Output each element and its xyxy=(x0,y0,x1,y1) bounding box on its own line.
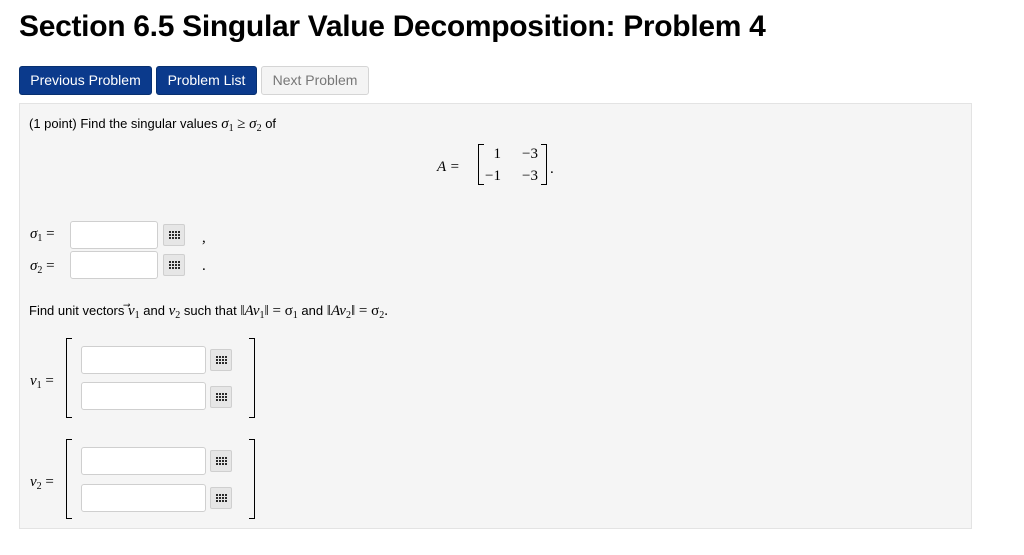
v1-entry-1-matrix-button[interactable] xyxy=(210,349,232,371)
prompt-text: Find the singular values xyxy=(80,116,218,131)
v1-left-bracket xyxy=(66,338,72,418)
v1-entry-2-input[interactable] xyxy=(81,382,206,410)
grid-icon xyxy=(216,356,227,364)
sigma2-symbol: σ2 xyxy=(249,116,262,134)
page-title: Section 6.5 Singular Value Decomposition… xyxy=(19,10,766,43)
grid-icon xyxy=(216,393,227,401)
sigma1-input[interactable] xyxy=(70,221,158,249)
unit-vectors-prompt: Find unit vectors ⃗v1 and v2 such that ‖… xyxy=(29,303,388,321)
separator: , xyxy=(202,230,206,246)
previous-problem-button[interactable]: Previous Problem xyxy=(19,66,152,95)
grid-icon xyxy=(216,494,227,502)
v2-entry-2-input[interactable] xyxy=(81,484,206,512)
sigma1-label: σ1 = xyxy=(30,226,55,244)
sigma2-input[interactable] xyxy=(70,251,158,279)
v1-label: v1 = xyxy=(30,373,54,391)
next-problem-button[interactable]: Next Problem xyxy=(261,66,369,95)
matrix-label: A = xyxy=(437,159,460,175)
v1-right-bracket xyxy=(249,338,255,418)
v2-label: v2 = xyxy=(30,474,54,492)
sigma1-matrix-entry-button[interactable] xyxy=(163,224,185,246)
grid-icon xyxy=(169,261,180,269)
sigma2-label: σ2 = xyxy=(30,258,55,276)
sigma1-symbol: σ1 xyxy=(221,116,234,134)
v1-entry-1-input[interactable] xyxy=(81,346,206,374)
problem-panel: (1 point) Find the singular values σ1 ≥ … xyxy=(19,103,972,529)
v2-entry-2-matrix-button[interactable] xyxy=(210,487,232,509)
matrix-cell: −1 xyxy=(485,168,501,184)
v2-right-bracket xyxy=(249,439,255,519)
problem-list-button[interactable]: Problem List xyxy=(156,66,257,95)
matrix-period: . xyxy=(550,161,554,177)
matrix-cell: 1 xyxy=(493,146,502,162)
sigma2-matrix-entry-button[interactable] xyxy=(163,254,185,276)
grid-icon xyxy=(169,231,180,239)
matrix-right-bracket xyxy=(541,144,547,185)
matrix-cell: −3 xyxy=(522,168,538,184)
matrix-cell: −3 xyxy=(522,146,538,162)
grid-icon xyxy=(216,457,227,465)
geq-symbol: ≥ xyxy=(237,116,246,132)
v2-entry-1-matrix-button[interactable] xyxy=(210,450,232,472)
v2-entry-1-input[interactable] xyxy=(81,447,206,475)
v1-entry-2-matrix-button[interactable] xyxy=(210,386,232,408)
of-text: of xyxy=(265,116,277,131)
points-label: (1 point) xyxy=(29,116,77,131)
problem-statement: (1 point) Find the singular values σ1 ≥ … xyxy=(29,116,276,134)
separator: . xyxy=(202,258,206,274)
v2-left-bracket xyxy=(66,439,72,519)
